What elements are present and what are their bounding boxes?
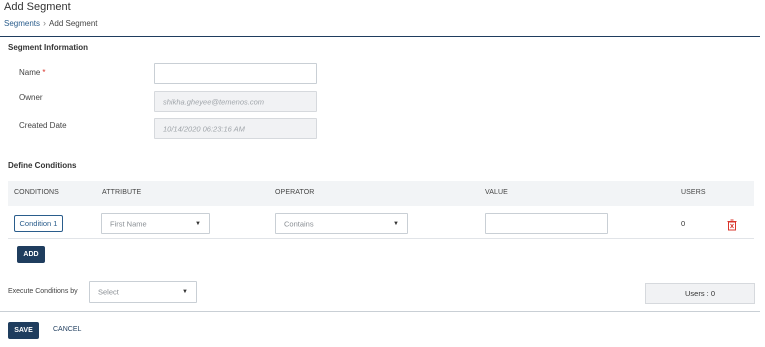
- footer-divider: [0, 311, 760, 312]
- chevron-down-icon: ▼: [195, 220, 201, 227]
- column-header-attribute: ATTRIBUTE: [102, 189, 142, 196]
- define-conditions-title: Define Conditions: [8, 161, 77, 170]
- header-divider: [0, 36, 760, 37]
- page-title: Add Segment: [4, 1, 71, 13]
- chevron-down-icon: ▼: [182, 289, 188, 295]
- chevron-down-icon: ▼: [393, 220, 399, 227]
- breadcrumb-segments-link[interactable]: Segments: [4, 19, 40, 28]
- execute-conditions-select-value: Select: [98, 287, 119, 297]
- save-button[interactable]: SAVE: [8, 322, 39, 339]
- users-summary: Users : 0: [645, 283, 755, 304]
- owner-field: shikha.gheyee@temenos.com: [154, 91, 317, 112]
- created-date-label: Created Date: [19, 121, 67, 130]
- cancel-button[interactable]: CANCEL: [53, 326, 81, 333]
- execute-conditions-select[interactable]: Select ▼: [89, 281, 197, 303]
- owner-value: shikha.gheyee@temenos.com: [163, 97, 265, 106]
- segment-information-title: Segment Information: [8, 43, 89, 52]
- operator-select[interactable]: Contains ▼: [275, 213, 408, 234]
- execute-conditions-label: Execute Conditions by: [8, 288, 78, 295]
- required-marker: *: [42, 68, 46, 77]
- operator-select-value: Contains: [284, 219, 314, 228]
- attribute-select-value: First Name: [110, 219, 147, 228]
- column-header-value: VALUE: [485, 189, 508, 196]
- name-label: Name *: [19, 68, 45, 77]
- condition-row-divider: [8, 238, 754, 239]
- name-label-text: Name: [19, 68, 41, 77]
- column-header-users: USERS: [681, 189, 706, 196]
- created-date-value: 10/14/2020 06:23:16 AM: [163, 124, 245, 133]
- trash-icon[interactable]: [726, 219, 738, 231]
- breadcrumb-current: Add Segment: [49, 19, 98, 28]
- value-input[interactable]: [485, 213, 608, 234]
- name-input[interactable]: [154, 63, 317, 84]
- breadcrumb: Segments › Add Segment: [4, 18, 98, 28]
- attribute-select[interactable]: First Name ▼: [101, 213, 210, 234]
- add-condition-button[interactable]: ADD: [17, 246, 45, 263]
- owner-label: Owner: [19, 93, 43, 102]
- column-header-operator: OPERATOR: [275, 189, 315, 196]
- created-date-field: 10/14/2020 06:23:16 AM: [154, 118, 317, 139]
- condition-users-count: 0: [681, 219, 686, 228]
- condition-1-chip[interactable]: Condition 1: [14, 215, 63, 232]
- column-header-conditions: CONDITIONS: [14, 189, 59, 196]
- breadcrumb-separator-icon: ›: [43, 18, 47, 28]
